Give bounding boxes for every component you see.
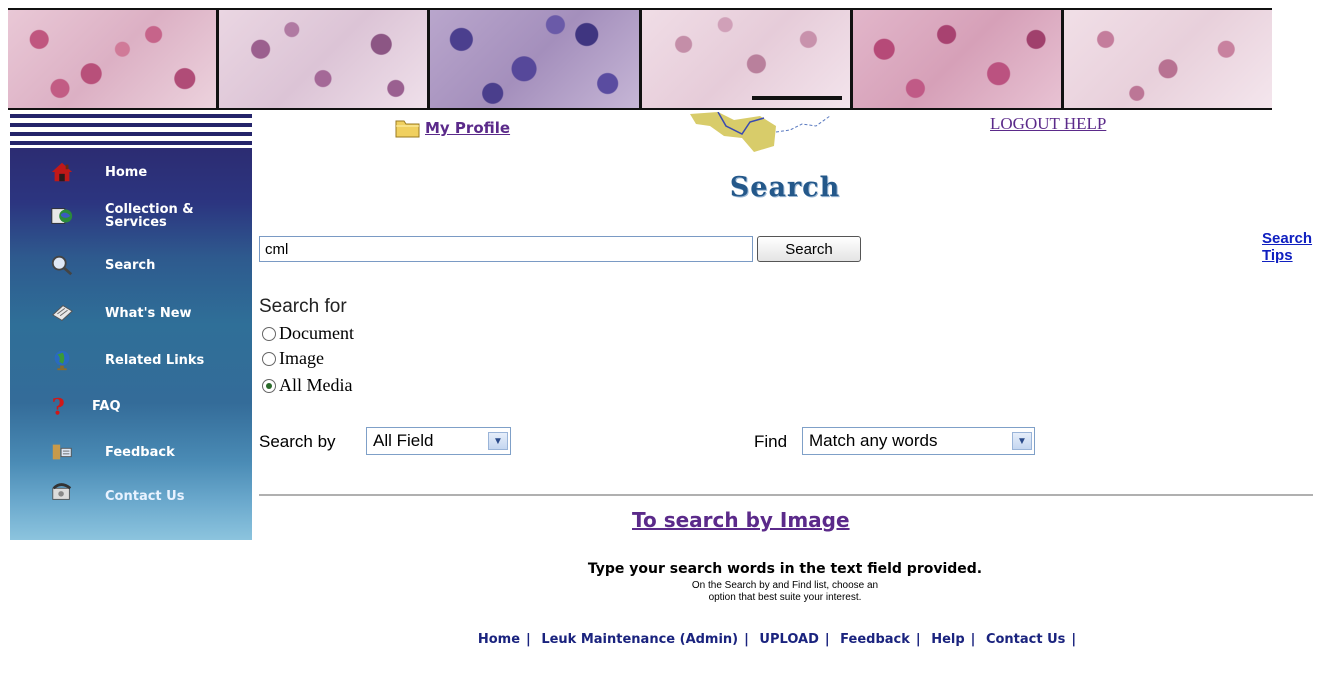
footer-separator: |	[744, 632, 749, 647]
sidebar-item-home[interactable]: Home	[10, 152, 252, 192]
feedback-icon	[50, 440, 74, 464]
banner-image	[430, 10, 642, 108]
radio-document[interactable]: Document	[262, 323, 354, 344]
footer-link-contact-us[interactable]: Contact Us	[986, 632, 1065, 647]
search-by-image-link[interactable]: To search by Image	[632, 508, 850, 532]
radio-image[interactable]: Image	[262, 348, 324, 369]
my-profile-label: My Profile	[425, 119, 511, 137]
folder-icon	[395, 117, 421, 138]
question-icon: ?	[48, 394, 72, 419]
search-by-label: Search by	[259, 432, 336, 451]
sidebar-item-related-links[interactable]: Related Links	[10, 340, 252, 380]
sidebar-item-label: Contact Us	[105, 489, 185, 504]
globe-collection-icon	[50, 204, 74, 228]
radio-label: All Media	[279, 375, 353, 395]
chevron-down-icon[interactable]: ▼	[488, 432, 508, 450]
banner-image	[1063, 10, 1273, 108]
sidebar-item-label: Home	[105, 164, 148, 180]
sidebar-item-label: What's New	[105, 305, 192, 321]
footer-nav: Home | Leuk Maintenance (Admin) | UPLOAD | …	[400, 632, 1160, 647]
sidebar-item-label: Search	[105, 257, 156, 273]
banner-image	[219, 10, 431, 108]
footer-link-help[interactable]: Help	[931, 632, 964, 647]
find-value: Match any words	[809, 431, 938, 450]
banner-image	[852, 10, 1064, 108]
radio-label: Image	[279, 348, 324, 368]
banner-image	[641, 10, 853, 108]
search-input[interactable]	[259, 236, 753, 262]
help-subtext: On the Search by and Find list, choose a…	[560, 580, 1010, 604]
radio-button[interactable]	[262, 326, 276, 341]
my-profile-link[interactable]: My Profile	[395, 117, 511, 138]
sidebar-item-label: Related Links	[105, 352, 205, 368]
sidebar-item-faq[interactable]: ? FAQ	[10, 386, 252, 426]
sidebar-item-contact-us[interactable]: Contact Us	[10, 478, 252, 518]
sidebar-stripes	[10, 114, 252, 148]
sidebar-item-feedback[interactable]: Feedback	[10, 432, 252, 472]
sidebar: Home Collection & Services Search What's…	[10, 148, 252, 540]
radio-button[interactable]	[262, 351, 276, 366]
magnifier-icon	[50, 253, 74, 277]
sidebar-item-whats-new[interactable]: What's New	[10, 293, 252, 333]
find-select[interactable]: Match any words ▼	[802, 427, 1035, 455]
logout-help-link[interactable]: LOGOUT HELP	[990, 114, 1106, 134]
search-button[interactable]: Search	[757, 236, 861, 262]
footer-link-home[interactable]: Home	[478, 632, 520, 647]
footer-separator: |	[526, 632, 531, 647]
radio-label: Document	[279, 323, 354, 343]
svg-text:?: ?	[52, 394, 65, 419]
find-label: Find	[754, 432, 788, 451]
scale-bar	[751, 96, 842, 100]
footer-link-leuk-maintenance[interactable]: Leuk Maintenance (Admin)	[541, 632, 738, 647]
sidebar-item-label: Feedback	[105, 444, 175, 460]
footer-separator: |	[1071, 632, 1077, 647]
house-icon	[50, 160, 74, 184]
sidebar-item-search[interactable]: Search	[10, 245, 252, 285]
page-title: Search	[729, 172, 841, 203]
radio-all-media[interactable]: All Media	[262, 375, 353, 396]
banner-images	[8, 8, 1273, 110]
divider	[259, 494, 1313, 496]
help-subtext-line: On the Search by and Find list, choose a…	[691, 580, 879, 591]
globe-icon	[50, 348, 74, 372]
sidebar-item-label: Collection & Services	[105, 202, 194, 230]
footer-link-upload[interactable]: UPLOAD	[759, 632, 818, 647]
footer-link-feedback[interactable]: Feedback	[840, 632, 910, 647]
sidebar-item-collection[interactable]: Collection & Services	[10, 196, 252, 236]
chevron-down-icon[interactable]: ▼	[1012, 432, 1032, 450]
map-decoration	[690, 112, 831, 152]
sidebar-item-label: FAQ	[92, 398, 121, 414]
help-subtext-line: option that best suite your interest.	[708, 592, 862, 603]
search-by-select[interactable]: All Field ▼	[366, 427, 511, 455]
radio-button[interactable]	[262, 378, 276, 393]
phone-icon	[50, 480, 74, 504]
banner-image	[8, 10, 220, 108]
search-tips-link[interactable]: Search Tips	[1262, 230, 1322, 264]
search-by-value: All Field	[373, 431, 434, 450]
search-for-label: Search for	[259, 296, 347, 317]
footer-separator: |	[970, 632, 976, 647]
footer-separator: |	[915, 632, 921, 647]
help-text: Type your search words in the text field…	[587, 561, 983, 577]
newspaper-icon	[50, 301, 74, 325]
footer-separator: |	[824, 632, 830, 647]
